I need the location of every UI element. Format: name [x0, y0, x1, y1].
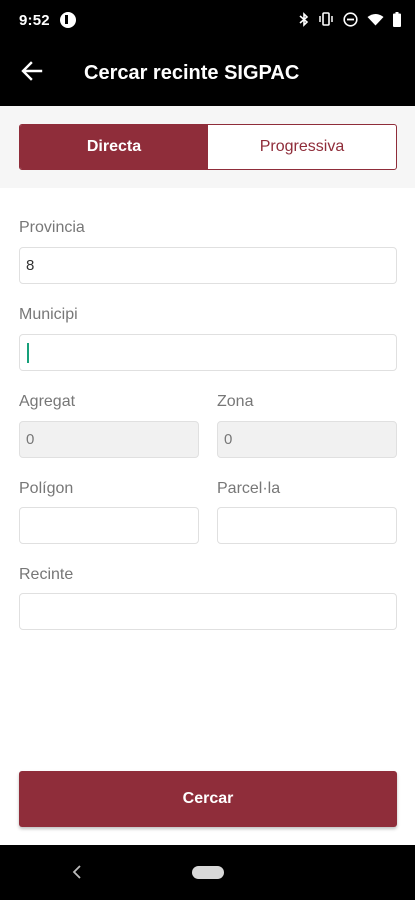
do-not-disturb-icon	[343, 11, 358, 29]
agregat-label: Agregat	[19, 393, 76, 410]
tab-progressiva[interactable]: Progressiva	[208, 125, 396, 169]
status-icons	[299, 11, 401, 29]
zona-input: 0	[217, 421, 397, 458]
battery-icon	[393, 11, 401, 29]
search-mode-area: Directa Progressiva	[0, 106, 415, 188]
wifi-icon	[367, 13, 384, 28]
municipi-label: Municipi	[19, 306, 78, 323]
parcela-input[interactable]	[217, 507, 397, 544]
provincia-label: Provincia	[19, 219, 85, 236]
nav-home-pill[interactable]	[192, 866, 224, 879]
parcela-label: Parcel·la	[217, 480, 281, 497]
arrow-left-icon	[21, 60, 43, 86]
page-title: Cercar recinte SIGPAC	[84, 61, 300, 84]
agregat-input: 0	[19, 421, 199, 458]
notification-app-icon	[59, 12, 76, 28]
back-button[interactable]	[0, 40, 64, 106]
vibrate-icon	[318, 12, 334, 28]
system-nav-bar	[0, 845, 415, 900]
search-mode-toggle: Directa Progressiva	[19, 124, 397, 170]
recinte-label: Recinte	[19, 566, 74, 583]
app-bar: Cercar recinte SIGPAC	[0, 40, 415, 106]
poligon-label: Polígon	[19, 480, 74, 497]
status-bar: 9:52	[0, 0, 415, 40]
tab-directa[interactable]: Directa	[20, 125, 208, 169]
nav-back-icon[interactable]	[72, 863, 82, 886]
provincia-input[interactable]: 8	[19, 247, 397, 284]
recinte-input[interactable]	[19, 593, 397, 630]
poligon-input[interactable]	[19, 507, 199, 544]
municipi-input[interactable]	[19, 334, 397, 371]
text-caret	[27, 342, 29, 363]
status-time: 9:52	[19, 11, 50, 29]
bluetooth-icon	[299, 11, 309, 29]
search-button[interactable]: Cercar	[19, 771, 397, 827]
zona-label: Zona	[217, 393, 254, 410]
